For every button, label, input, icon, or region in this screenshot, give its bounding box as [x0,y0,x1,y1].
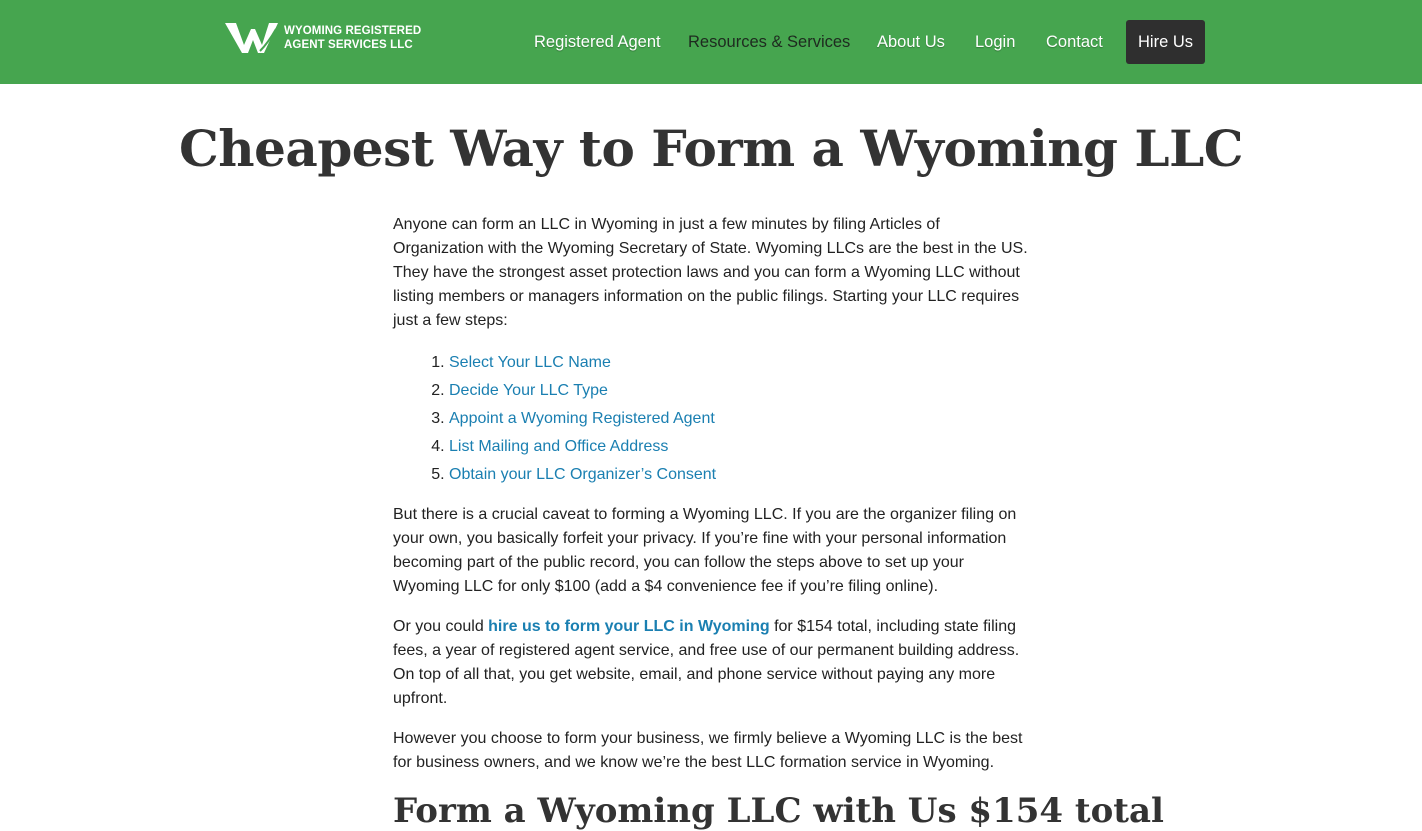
step-link-llc-name[interactable]: Select Your LLC Name [449,354,611,371]
list-item: Decide Your LLC Type [449,377,1033,405]
hire-us-link[interactable]: hire us to form your LLC in Wyoming [488,618,769,635]
nav-about-us[interactable]: About Us [877,20,945,64]
list-item: Obtain your LLC Organizer’s Consent [449,461,1033,489]
offer-text-pre: Or you could [393,618,489,635]
step-link-llc-type[interactable]: Decide Your LLC Type [449,382,608,399]
site-header: Wyoming Registered Agent Services LLC Re… [0,0,1422,84]
list-item: Select Your LLC Name [449,349,1033,377]
hire-us-button[interactable]: Hire Us [1126,20,1206,64]
closing-paragraph: However you choose to form your business… [393,730,1023,771]
intro-paragraph: Anyone can form an LLC in Wyoming in jus… [393,216,1028,329]
page-title: Cheapest Way to Form a Wyoming LLC [178,119,1244,178]
offer-paragraph: Or you could hire us to form your LLC in… [393,615,1033,711]
nav-registered-agent[interactable]: Registered Agent [534,20,661,64]
article-body: Anyone can form an LLC in Wyoming in jus… [393,213,1164,831]
nav-resources-services[interactable]: Resources & Services [688,20,850,64]
list-item: Appoint a Wyoming Registered Agent [449,405,1033,433]
step-link-organizer-consent[interactable]: Obtain your LLC Organizer’s Consent [449,466,716,483]
step-link-registered-agent[interactable]: Appoint a Wyoming Registered Agent [449,410,715,427]
main-nav: Registered Agent Resources & Services Ab… [0,20,1422,64]
nav-login[interactable]: Login [975,20,1015,64]
nav-contact[interactable]: Contact [1046,20,1103,64]
caveat-paragraph: But there is a crucial caveat to forming… [393,506,1017,595]
step-link-address[interactable]: List Mailing and Office Address [449,438,668,455]
list-item: List Mailing and Office Address [449,433,1033,461]
steps-list: Select Your LLC Name Decide Your LLC Typ… [393,349,1033,489]
section-heading: Form a Wyoming LLC with Us $154 total [393,791,1164,831]
